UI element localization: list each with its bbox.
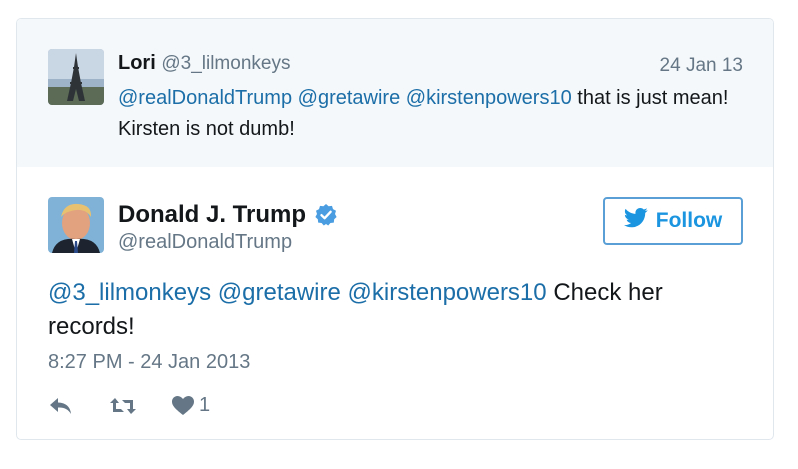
mention-link[interactable]: @3_lilmonkeys [48, 279, 211, 306]
mention-link[interactable]: @realDonaldTrump [118, 87, 292, 109]
reply-text: @realDonaldTrump @gretawire @kirstenpowe… [118, 83, 738, 145]
twitter-bird-icon [623, 208, 648, 234]
mention-link[interactable]: @kirstenpowers10 [406, 87, 572, 109]
follow-button[interactable]: Follow [603, 197, 743, 245]
reply-icon [48, 396, 74, 416]
tweet-actions: 1 [48, 394, 210, 417]
in-reply-to-tweet[interactable]: Lori @3_lilmonkeys 24 Jan 13 @realDonald… [17, 19, 773, 167]
retweet-button[interactable] [108, 396, 138, 416]
like-button[interactable]: 1 [172, 394, 210, 417]
reply-author-name[interactable]: Lori [118, 52, 156, 74]
like-count: 1 [199, 394, 211, 416]
tweet-author-avatar[interactable] [48, 197, 104, 253]
heart-icon [172, 395, 194, 416]
reply-author-avatar[interactable] [48, 49, 104, 105]
reply-author-handle[interactable]: @3_lilmonkeys [161, 53, 290, 74]
tweet-author[interactable]: Donald J. Trump [118, 201, 338, 229]
mention-link[interactable]: @gretawire [218, 279, 341, 306]
tweet-author-handle[interactable]: @realDonaldTrump [118, 231, 292, 254]
tweet-text: @3_lilmonkeys @gretawire @kirstenpowers1… [48, 276, 738, 344]
follow-label: Follow [655, 209, 723, 232]
verified-badge-icon [314, 203, 338, 227]
reply-button[interactable] [48, 396, 74, 416]
reply-author[interactable]: Lori @3_lilmonkeys [118, 52, 290, 75]
embedded-tweet-card: Lori @3_lilmonkeys 24 Jan 13 @realDonald… [16, 18, 774, 440]
retweet-icon [108, 396, 138, 416]
tweet-timestamp[interactable]: 8:27 PM - 24 Jan 2013 [48, 351, 250, 374]
reply-date[interactable]: 24 Jan 13 [660, 55, 743, 77]
mention-link[interactable]: @gretawire [298, 87, 401, 109]
mention-link[interactable]: @kirstenpowers10 [348, 279, 547, 306]
tweet-author-name[interactable]: Donald J. Trump [118, 201, 306, 229]
